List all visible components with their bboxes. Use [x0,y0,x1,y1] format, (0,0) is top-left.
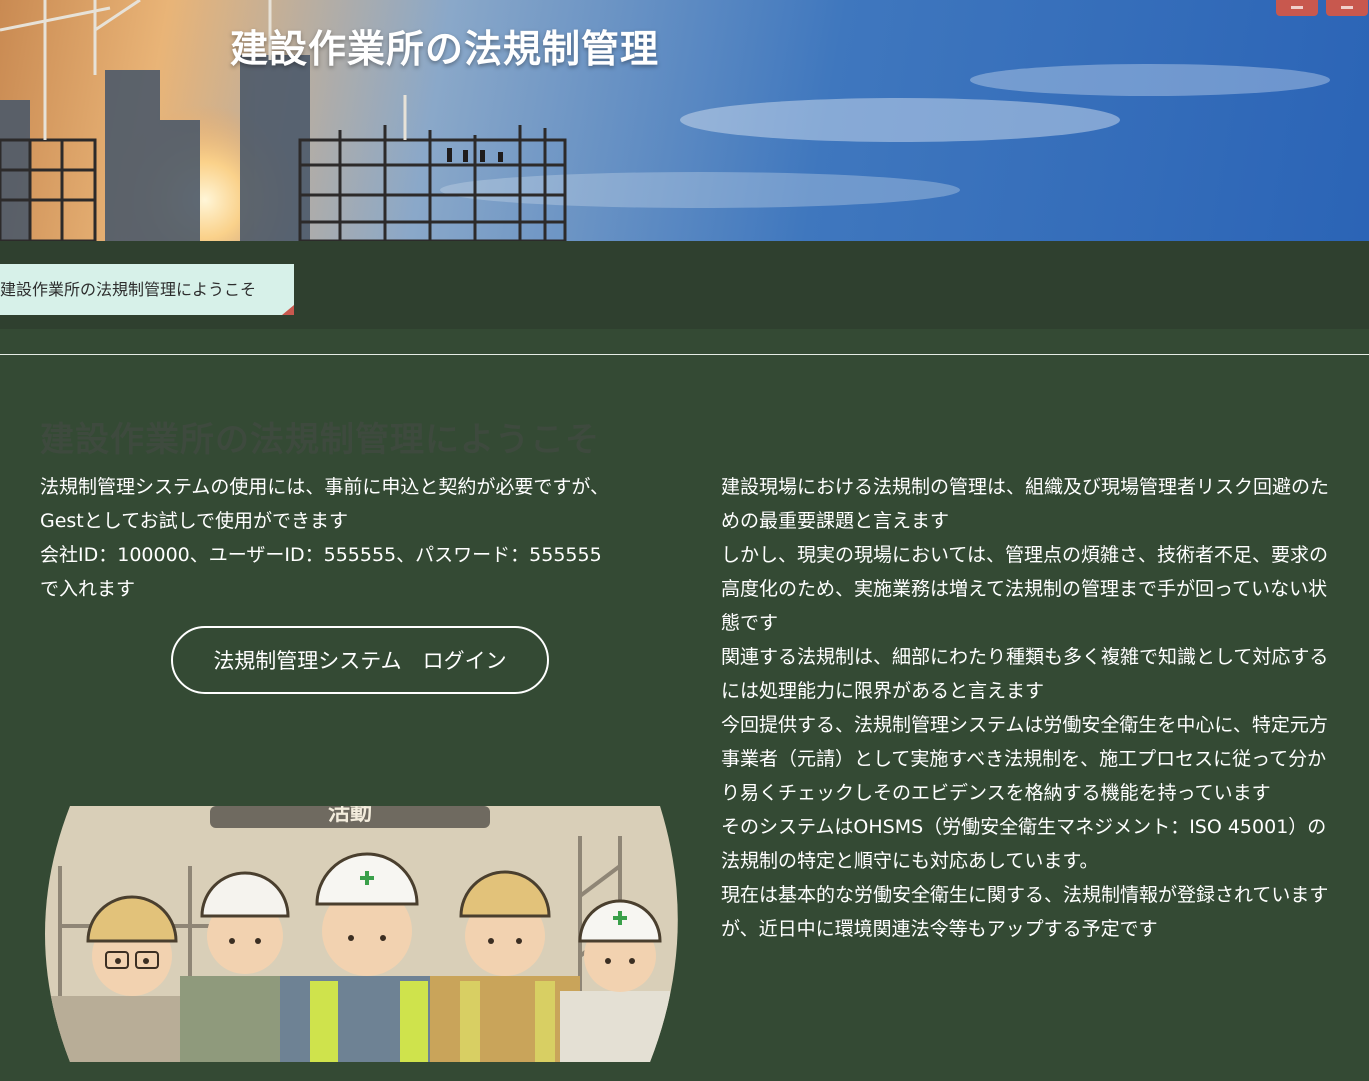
tab-welcome[interactable]: 建設作業所の法規制管理にようこそ [0,264,294,315]
sign-text: 活動 [328,806,372,826]
description-line: しかし、現実の現場においては、管理点の煩雑さ、技術者不足、要求の [721,544,1329,566]
description-line: 事業者（元請）として実施すべき法規制を、施工プロセスに従って分か [721,748,1327,770]
trial-info-line: Gestとしてお試しで使用ができます [40,510,349,532]
description-line: が、近日中に環境関連法令等もアップする予定です [721,918,1158,940]
construction-skyline-image [0,0,1330,241]
description-line: 現在は基本的な労働安全衛生に関する、法規制情報が登録されています [721,884,1329,906]
description-line: そのシステムはOHSMS（労働安全衛生マネジメント：ISO 45001）の [721,816,1327,838]
section-divider [0,354,1369,355]
login-button[interactable]: 法規制管理システム ログイン [171,626,549,694]
description-line: 態です [721,612,779,634]
description-line: には処理能力に限界があると言えます [721,680,1045,702]
description-line: 建設現場における法規制の管理は、組織及び現場管理者リスク回避のた [721,476,1330,498]
description-line: 関連する法規制は、細部にわたり種類も多く複雑で知識として対応する [721,646,1329,668]
hero-banner: 建設作業所の法規制管理 [0,0,1369,241]
description-line: めの最重要課題と言えます [721,510,950,532]
menu-button[interactable] [1276,0,1318,16]
menu-icon [1291,5,1303,9]
workers-illustration: 活動 [45,806,678,1062]
description-line: り易くチェックしそのエビデンスを格納する機能を持っています [721,782,1271,804]
trial-info-line: で入れます [40,578,136,600]
description-line: 今回提供する、法規制管理システムは労働安全衛生を中心に、特定元方 [721,714,1328,736]
options-button[interactable] [1326,0,1368,16]
tab-bar: 建設作業所の法規制管理にようこそ [0,241,1369,329]
section-heading: 建設作業所の法規制管理にようこそ [40,420,600,460]
description-line: 法規制の特定と順守にも対応あしています。 [721,850,1099,872]
description-line: 高度化のため、実施業務は増えて法規制の管理まで手が回っていない状 [721,578,1328,600]
trial-info-line: 会社ID：100000、ユーザーID：555555、パスワード：555555 [40,544,602,566]
hero-title: 建設作業所の法規制管理 [230,27,660,71]
description-text: 建設現場における法規制の管理は、組織及び現場管理者リスク回避のた めの最重要課題… [721,470,1366,946]
chevron-icon [1341,5,1353,9]
trial-info-text: 法規制管理システムの使用には、事前に申込と契約が必要ですが、 Gestとしてお試… [40,470,660,606]
trial-info-line: 法規制管理システムの使用には、事前に申込と契約が必要ですが、 [40,476,610,498]
